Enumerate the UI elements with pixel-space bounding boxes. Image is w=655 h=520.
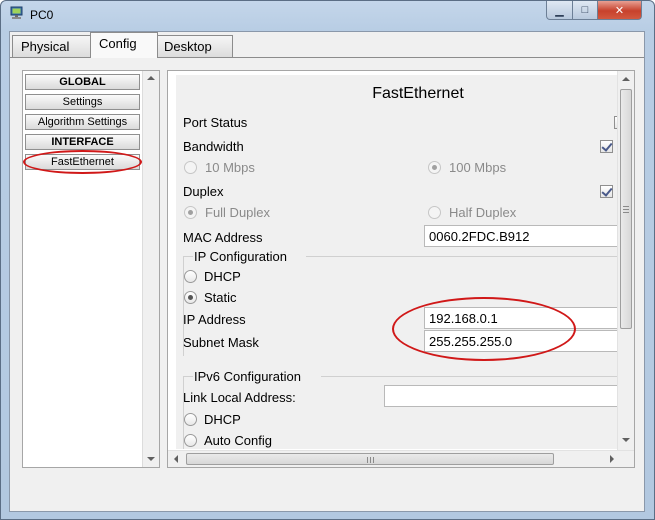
client-area: Physical Config Desktop GLOBAL Settings …	[9, 31, 645, 512]
tab-desktop[interactable]: Desktop	[155, 35, 233, 57]
port-status-label: Port Status	[183, 115, 248, 130]
subnet-mask-label: Subnet Mask	[183, 335, 259, 350]
ipv4-static-radio[interactable]	[184, 291, 197, 304]
grip-line	[623, 212, 629, 213]
pc0-window: PC0 ▁ □ ✕ Physical Config Desktop GLOBAL…	[0, 0, 655, 520]
duplex-label: Duplex	[183, 184, 224, 199]
grip-line	[623, 206, 629, 207]
sidebar-scrollbar[interactable]	[142, 71, 159, 467]
ip-address-label: IP Address	[183, 312, 246, 327]
duplex-auto-checkbox[interactable]	[600, 185, 613, 198]
grip-line	[373, 457, 374, 463]
bandwidth-10-label: 10 Mbps	[205, 160, 255, 175]
scroll-right-icon[interactable]	[610, 455, 614, 463]
config-panel: GLOBAL Settings Algorithm Settings INTER…	[10, 57, 644, 511]
grip-line	[367, 457, 368, 463]
interface-settings-pane: FastEthernet Port Status Bandwidth 10 Mb…	[167, 70, 635, 468]
bandwidth-label: Bandwidth	[183, 139, 244, 154]
link-local-address-label: Link Local Address:	[183, 390, 296, 405]
ipv6-dhcp-radio[interactable]	[184, 413, 197, 426]
ipv4-group-border	[183, 256, 193, 257]
scroll-left-icon[interactable]	[174, 455, 178, 463]
mac-address-label: MAC Address	[183, 230, 263, 245]
horizontal-scroll-thumb[interactable]	[186, 453, 554, 465]
maximize-button[interactable]: □	[572, 1, 598, 20]
scroll-down-icon[interactable]	[147, 457, 155, 461]
sidebar-item-fastethernet[interactable]: FastEthernet	[25, 154, 140, 170]
page-title: FastEthernet	[372, 85, 464, 102]
ipv4-static-label: Static	[204, 290, 237, 305]
ip-configuration-label: IP Configuration	[194, 249, 287, 264]
sidebar-header-interface: INTERFACE	[25, 134, 140, 150]
ipv6-auto-config-label: Auto Config	[204, 433, 272, 448]
tab-config[interactable]: Config	[90, 32, 158, 58]
sidebar-item-settings[interactable]: Settings	[25, 94, 140, 110]
bandwidth-100-radio[interactable]	[428, 161, 441, 174]
tab-physical[interactable]: Physical	[12, 35, 92, 57]
content-horizontal-scrollbar[interactable]	[168, 450, 634, 467]
full-duplex-radio[interactable]	[184, 206, 197, 219]
full-duplex-label: Full Duplex	[205, 205, 271, 220]
window-title: PC0	[30, 8, 54, 22]
vertical-scroll-thumb[interactable]	[620, 89, 632, 329]
ipv4-dhcp-label: DHCP	[204, 269, 241, 284]
sidebar-item-algorithm-settings[interactable]: Algorithm Settings	[25, 114, 140, 130]
minimize-button[interactable]: ▁	[546, 1, 573, 20]
bandwidth-auto-checkbox[interactable]	[600, 140, 613, 153]
ipv6-group-border	[183, 376, 193, 377]
sidebar-header-global: GLOBAL	[25, 74, 140, 90]
ipv6-group-border-right	[321, 376, 618, 377]
config-sidebar: GLOBAL Settings Algorithm Settings INTER…	[22, 70, 160, 468]
ipv6-configuration-label: IPv6 Configuration	[194, 369, 301, 384]
ip-address-field[interactable]: 192.168.0.1	[424, 307, 618, 329]
ipv4-dhcp-radio[interactable]	[184, 270, 197, 283]
tab-bar: Physical Config Desktop	[10, 32, 644, 58]
ipv4-group-border-right	[306, 256, 618, 257]
link-local-address-field[interactable]	[384, 385, 618, 407]
title-bar[interactable]: PC0 ▁ □ ✕	[1, 1, 654, 27]
scroll-up-icon[interactable]	[147, 76, 155, 80]
close-button[interactable]: ✕	[597, 1, 642, 20]
scroll-up-icon[interactable]	[622, 77, 630, 81]
bandwidth-100-label: 100 Mbps	[449, 160, 507, 175]
ipv6-dhcp-label: DHCP	[204, 412, 241, 427]
half-duplex-radio[interactable]	[428, 206, 441, 219]
content-vertical-scrollbar[interactable]	[617, 71, 634, 451]
half-duplex-label: Half Duplex	[449, 205, 517, 220]
scroll-down-icon[interactable]	[622, 438, 630, 442]
bandwidth-10-radio[interactable]	[184, 161, 197, 174]
ipv6-auto-config-radio[interactable]	[184, 434, 197, 447]
grip-line	[623, 209, 629, 210]
grip-line	[370, 457, 371, 463]
interface-form: FastEthernet Port Status Bandwidth 10 Mb…	[176, 75, 618, 449]
subnet-mask-field[interactable]: 255.255.255.0	[424, 330, 618, 352]
mac-address-field[interactable]: 0060.2FDC.B912	[424, 225, 618, 247]
pc-icon	[10, 6, 23, 19]
